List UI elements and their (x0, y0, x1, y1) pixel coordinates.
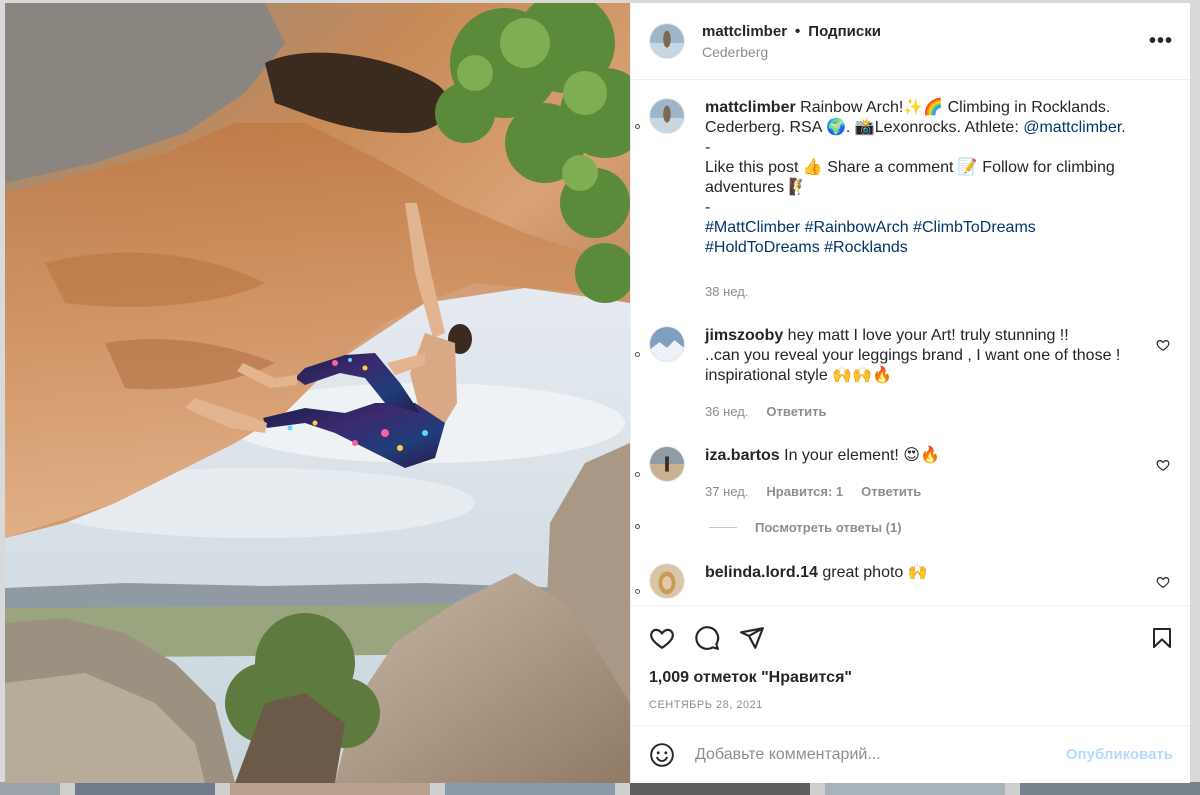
hashtags-link[interactable]: #MattClimber #RainbowArch #ClimbToDreams (705, 218, 1143, 238)
caption-line: Like this post 👍 Share a comment 📝 Follo… (705, 159, 1115, 176)
commenter-avatar[interactable] (649, 563, 685, 599)
view-replies-button[interactable]: Посмотреть ответы (1) (631, 520, 1190, 535)
caption-username[interactable]: mattclimber (705, 99, 796, 116)
caption-line: Rainbow Arch!✨🌈 Climbing in Rocklands. (795, 99, 1111, 116)
comment-username[interactable]: iza.bartos (705, 447, 780, 464)
reply-button[interactable]: Ответить (766, 402, 826, 422)
comment-likes-count[interactable]: Нравится: 1 (766, 482, 843, 502)
caption-item: mattclimber Rainbow Arch!✨🌈 Climbing in … (631, 98, 1190, 302)
post-location[interactable]: Cederberg (702, 44, 1149, 60)
comment-bubble-icon[interactable] (694, 625, 720, 651)
caption-time[interactable]: 38 нед. (705, 282, 748, 302)
list-bullet (635, 524, 640, 529)
add-comment-bar: Опубликовать (631, 725, 1190, 783)
share-send-icon[interactable] (739, 625, 765, 651)
caption-line: adventures 🧗 (705, 179, 809, 196)
like-comment-heart-icon[interactable] (1156, 575, 1170, 589)
comment-text: ..can you reveal your leggings brand , I… (705, 347, 1121, 364)
post-header: mattclimber • Подписки Cederberg ••• (631, 3, 1190, 80)
emoji-smiley-icon[interactable] (649, 742, 675, 768)
post-actions-bar (631, 605, 1190, 669)
post-date[interactable]: СЕНТЯБРЬ 28, 2021 (631, 699, 1190, 711)
climbing-photo-image (5, 3, 630, 783)
caption-avatar[interactable] (649, 98, 685, 134)
post-details-pane: mattclimber • Подписки Cederberg ••• mat… (630, 3, 1190, 783)
comment-text: inspirational style 🙌🙌🔥 (705, 367, 892, 384)
commenter-avatar[interactable] (649, 446, 685, 482)
comment-text: great photo 🙌 (817, 564, 928, 581)
caption-text: mattclimber Rainbow Arch!✨🌈 Climbing in … (705, 98, 1173, 302)
author-username[interactable]: mattclimber (702, 23, 787, 40)
comment-item: jimszooby hey matt I love your Art! trul… (631, 326, 1190, 422)
add-comment-input[interactable] (693, 744, 1066, 765)
post-photo[interactable] (5, 3, 630, 783)
comment-item: iza.bartos In your element! 😍🔥 37 нед. Нр… (631, 446, 1190, 502)
mention-link[interactable]: @mattclimber (1023, 119, 1121, 136)
hashtags-link[interactable]: #HoldToDreams #Rocklands (705, 238, 1143, 258)
comment-time[interactable]: 37 нед. (705, 482, 748, 502)
list-bullet (635, 589, 640, 594)
comment-username[interactable]: belinda.lord.14 (705, 564, 818, 581)
comment-item: belinda.lord.14 great photo 🙌 (631, 563, 1190, 599)
replies-divider-line (709, 527, 737, 528)
reply-button[interactable]: Ответить (861, 482, 921, 502)
save-bookmark-icon[interactable] (1150, 625, 1174, 651)
caption-dash: - (705, 199, 711, 216)
following-button[interactable]: Подписки (808, 23, 881, 40)
like-comment-heart-icon[interactable] (1156, 338, 1170, 352)
like-comment-heart-icon[interactable] (1156, 458, 1170, 472)
list-bullet (635, 472, 640, 477)
caption-punct: . (1121, 119, 1126, 136)
caption-dash: - (705, 139, 711, 156)
view-replies-label: Посмотреть ответы (1) (755, 520, 902, 535)
like-heart-icon[interactable] (649, 625, 675, 651)
list-bullet (635, 124, 640, 129)
comment-text: In your element! 😍🔥 (779, 447, 940, 464)
comment-text: hey matt I love your Art! truly stunning… (783, 327, 1069, 344)
background-page-strip (0, 782, 1200, 795)
comment-time[interactable]: 36 нед. (705, 402, 748, 422)
author-avatar[interactable] (649, 23, 685, 59)
commenter-avatar[interactable] (649, 326, 685, 362)
header-separator: • (795, 22, 801, 40)
likes-count[interactable]: 1,009 отметок "Нравится" (631, 669, 1190, 687)
comments-list[interactable]: mattclimber Rainbow Arch!✨🌈 Climbing in … (631, 80, 1190, 605)
post-modal: mattclimber • Подписки Cederberg ••• mat… (5, 3, 1190, 783)
list-bullet (635, 352, 640, 357)
more-options-icon[interactable]: ••• (1149, 30, 1173, 53)
comment-username[interactable]: jimszooby (705, 327, 783, 344)
caption-line: Cederberg. RSA 🌍. 📸Lexonrocks. Athlete: (705, 119, 1024, 136)
publish-button[interactable]: Опубликовать (1066, 746, 1173, 763)
